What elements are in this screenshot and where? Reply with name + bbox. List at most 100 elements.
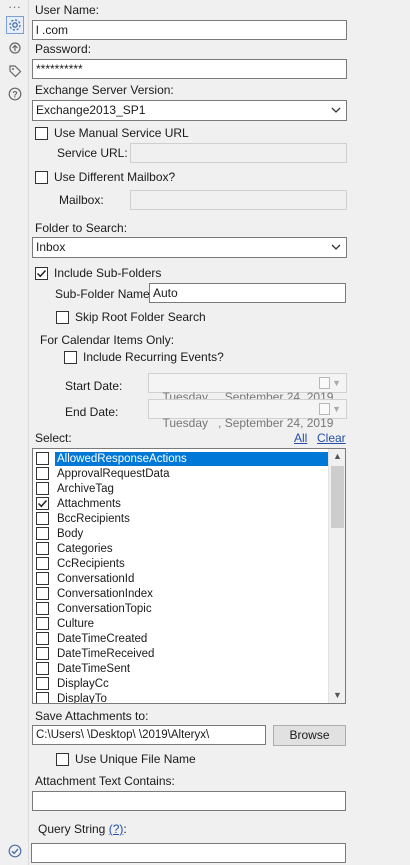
different-mailbox-checkbox[interactable]: [35, 171, 48, 184]
unique-filename-label: Use Unique File Name: [75, 752, 196, 766]
list-item-checkbox[interactable]: [36, 602, 49, 615]
scrollbar-thumb[interactable]: [331, 466, 344, 528]
list-item-checkbox[interactable]: [36, 557, 49, 570]
attachment-text-input[interactable]: [32, 791, 346, 811]
subfolder-name-input[interactable]: Auto: [149, 283, 346, 303]
folder-select[interactable]: Inbox: [32, 237, 347, 258]
svg-text:?: ?: [12, 89, 18, 99]
list-item-checkbox[interactable]: [36, 467, 49, 480]
tag-icon[interactable]: [6, 62, 24, 80]
folder-label: Folder to Search:: [35, 221, 128, 235]
list-item-label: Attachments: [57, 497, 121, 510]
list-item[interactable]: DateTimeReceived: [33, 646, 329, 661]
calendar-icon: [319, 377, 330, 389]
list-item-label: CcRecipients: [57, 557, 125, 570]
help-icon[interactable]: ?: [6, 85, 24, 103]
list-item-checkbox[interactable]: [36, 527, 49, 540]
mailbox-input[interactable]: [130, 190, 347, 210]
attachment-text-label: Attachment Text Contains:: [35, 774, 175, 788]
end-date-picker[interactable]: Tuesday , September 24, 2019 ▼: [148, 399, 347, 430]
end-date-value: Tuesday , September 24, 2019: [162, 416, 334, 430]
list-item-checkbox[interactable]: [36, 677, 49, 690]
attachments-path-input[interactable]: C:\Users\ \Desktop\ \2019\Alteryx\: [32, 725, 266, 745]
list-item[interactable]: ConversationTopic: [33, 601, 329, 616]
recurring-events-checkbox[interactable]: [64, 351, 77, 364]
start-date-picker[interactable]: Tuesday , September 24, 2019 ▼: [148, 373, 347, 404]
list-item[interactable]: DisplayTo: [33, 691, 329, 704]
list-item[interactable]: Body: [33, 526, 329, 541]
recurring-events-label: Include Recurring Events?: [83, 350, 224, 364]
subfolder-name-label: Sub-Folder Name:: [55, 287, 154, 301]
list-item-label: BccRecipients: [57, 512, 130, 525]
calendar-section-title: For Calendar Items Only:: [40, 333, 175, 347]
save-attachments-label: Save Attachments to:: [35, 709, 149, 723]
field-listbox[interactable]: AllowedResponseActions ApprovalRequestDat…: [32, 448, 346, 704]
list-item[interactable]: Culture: [33, 616, 329, 631]
list-item-label: Culture: [57, 617, 95, 630]
skip-root-checkbox[interactable]: [56, 311, 69, 324]
chevron-down-icon: [331, 104, 341, 120]
list-item-checkbox[interactable]: [36, 647, 49, 660]
list-item[interactable]: DateTimeCreated: [33, 631, 329, 646]
query-string-input[interactable]: [31, 843, 346, 863]
password-input[interactable]: **********: [32, 59, 347, 79]
select-clear-link[interactable]: Clear: [317, 431, 346, 445]
list-item[interactable]: ConversationIndex: [33, 586, 329, 601]
list-item-label: ApprovalRequestData: [57, 467, 170, 480]
select-label: Select:: [35, 431, 72, 445]
list-item-checkbox[interactable]: [36, 632, 49, 645]
listbox-scrollbar[interactable]: ▲ ▼: [328, 449, 345, 703]
list-item-checkbox[interactable]: [36, 497, 49, 510]
list-item[interactable]: CcRecipients: [33, 556, 329, 571]
query-string-label: Query String (?):: [38, 822, 127, 836]
list-item-checkbox[interactable]: [36, 572, 49, 585]
list-item-label: DateTimeSent: [57, 662, 131, 675]
browse-button[interactable]: Browse: [273, 725, 346, 746]
list-item-checkbox[interactable]: [36, 587, 49, 600]
list-item-label: ConversationId: [57, 572, 135, 585]
list-item-label: ConversationTopic: [57, 602, 152, 615]
folder-value: Inbox: [36, 240, 66, 254]
list-item-checkbox[interactable]: [36, 542, 49, 555]
list-item-checkbox[interactable]: [36, 692, 49, 703]
list-item[interactable]: DateTimeSent: [33, 661, 329, 676]
list-item-checkbox[interactable]: [36, 512, 49, 525]
select-all-link[interactable]: All: [294, 431, 307, 445]
scroll-down-arrow-icon[interactable]: ▼: [329, 688, 345, 703]
list-item-checkbox[interactable]: [36, 482, 49, 495]
service-url-input[interactable]: [130, 143, 347, 163]
check-icon[interactable]: [6, 842, 24, 860]
exchange-version-select[interactable]: Exchange2013_SP1: [32, 100, 347, 121]
manual-url-checkbox[interactable]: [35, 127, 48, 140]
list-item-label: ArchiveTag: [57, 482, 114, 495]
service-url-label: Service URL:: [57, 146, 128, 160]
list-item[interactable]: ConversationId: [33, 571, 329, 586]
user-name-input[interactable]: l .com: [32, 20, 347, 40]
list-item[interactable]: Categories: [33, 541, 329, 556]
list-item-checkbox[interactable]: [36, 617, 49, 630]
exchange-version-label: Exchange Server Version:: [35, 83, 174, 97]
list-item[interactable]: BccRecipients: [33, 511, 329, 526]
query-string-label-suffix: :: [123, 822, 127, 836]
list-item-label: DisplayCc: [57, 677, 109, 690]
list-item[interactable]: Attachments: [33, 496, 329, 511]
list-item-label: ConversationIndex: [57, 587, 153, 600]
refresh-icon[interactable]: [6, 39, 24, 57]
unique-filename-checkbox[interactable]: [56, 753, 69, 766]
list-item-label: Categories: [57, 542, 113, 555]
chevron-down-icon: [331, 241, 341, 257]
start-date-label: Start Date:: [65, 379, 123, 393]
list-item[interactable]: ArchiveTag: [33, 481, 329, 496]
query-help-link[interactable]: (?): [109, 822, 124, 836]
list-item[interactable]: ApprovalRequestData: [33, 466, 329, 481]
password-label: Password:: [35, 42, 92, 56]
list-item-checkbox[interactable]: [36, 452, 49, 465]
list-item[interactable]: AllowedResponseActions: [33, 451, 329, 466]
list-item-label: DisplayTo: [57, 692, 107, 704]
list-item-checkbox[interactable]: [36, 662, 49, 675]
list-item[interactable]: DisplayCc: [33, 676, 329, 691]
scroll-up-arrow-icon[interactable]: ▲: [329, 449, 345, 464]
include-subfolders-checkbox[interactable]: [35, 267, 48, 280]
include-subfolders-label: Include Sub-Folders: [54, 266, 162, 280]
gear-icon[interactable]: [6, 16, 24, 34]
